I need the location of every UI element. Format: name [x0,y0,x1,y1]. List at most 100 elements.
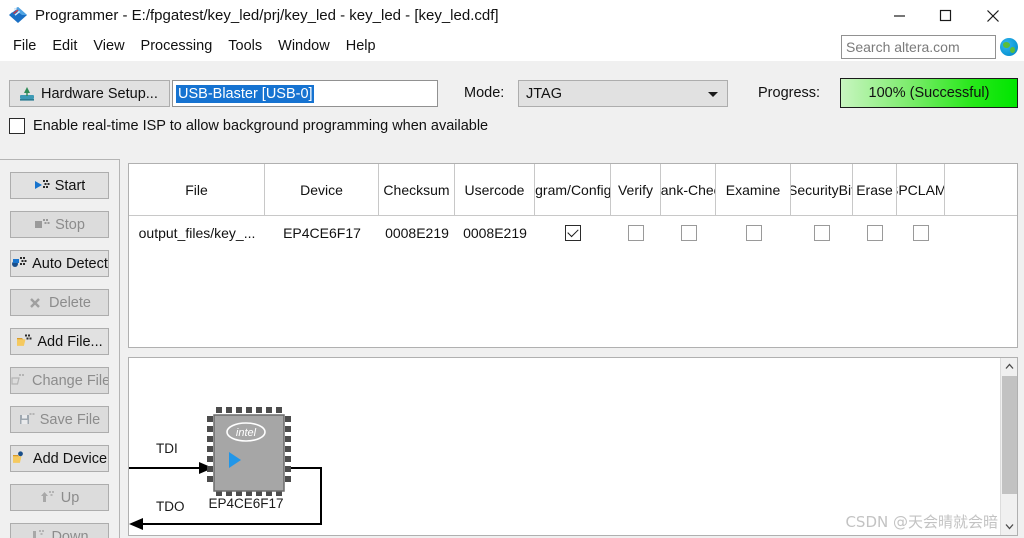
cell-usercode: 0008E219 [463,225,527,241]
blank-check-checkbox[interactable] [680,225,697,241]
quartus-diamond-icon [7,5,29,27]
menu-view[interactable]: View [85,36,132,56]
delete-x-icon [28,295,45,310]
mode-label: Mode: [464,85,505,101]
search-input[interactable] [841,35,996,59]
column-header-usercode[interactable]: Usercode [455,164,535,216]
menu-window[interactable]: Window [270,36,338,56]
auto-detect-icon [11,256,28,271]
delete-label: Delete [49,294,91,311]
column-header-filler [945,164,1017,216]
scrollbar-thumb[interactable] [1002,376,1017,494]
device-chain-table: File Device Checksum Usercode Program/Co… [128,163,1018,348]
add-file-button[interactable]: Add File... [10,328,109,355]
isp-clamp-checkbox[interactable] [913,225,929,241]
column-header-device[interactable]: Device [265,164,379,216]
add-file-label: Add File... [37,333,103,350]
cell-device: EP4CE6F17 [283,225,361,241]
progress-value: 100% (Successful) [868,85,990,101]
svg-text:intel: intel [236,427,257,439]
move-up-button[interactable]: Up [10,484,109,511]
arrow-up-icon [40,490,57,505]
menu-help[interactable]: Help [338,36,384,56]
setup-toolbar: Hardware Setup... USB-Blaster [USB-0] Mo… [0,61,1024,204]
stop-icon [34,217,51,232]
cell-filler [945,216,1017,250]
save-file-icon [19,412,36,427]
hardware-field[interactable]: USB-Blaster [USB-0] [172,80,438,107]
start-button[interactable]: Start [10,172,109,199]
realtime-isp-label: Enable real-time ISP to allow background… [33,118,489,134]
column-header-erase[interactable]: Erase [853,164,897,216]
auto-detect-button[interactable]: Auto Detect [10,250,109,277]
diagram-scrollbar[interactable] [1000,358,1017,535]
cell-examine[interactable] [716,216,791,250]
cell-program-configure[interactable] [535,216,611,250]
table-header-row: File Device Checksum Usercode Program/Co… [129,164,1017,216]
change-file-icon [11,373,28,388]
mode-select[interactable]: JTAG [518,80,728,107]
column-header-program-configure[interactable]: Program/Configure [535,164,611,216]
scroll-up-arrow-icon[interactable] [1001,358,1017,375]
progress-bar: 100% (Successful) [840,78,1018,108]
cell-erase[interactable] [853,216,897,250]
title-bar: Programmer - E:/fpgatest/key_led/prj/key… [0,0,1024,31]
column-header-isp-clamp[interactable]: ISPCLAMP [897,164,945,216]
add-device-button[interactable]: Add Device [10,445,109,472]
stop-button[interactable]: Stop [10,211,109,238]
add-device-label: Add Device [32,450,108,467]
hardware-field-value: USB-Blaster [USB-0] [176,84,314,103]
close-button[interactable] [970,0,1016,31]
column-header-file[interactable]: File [129,164,265,216]
menu-file[interactable]: File [5,36,44,56]
arrow-down-icon [30,529,47,538]
cell-security-bit[interactable] [791,216,853,250]
column-header-checksum[interactable]: Checksum [379,164,455,216]
save-file-button[interactable]: Save File [10,406,109,433]
add-device-icon [12,451,29,466]
search-area [841,35,1018,59]
move-down-label: Down [51,528,89,538]
svg-text:TDI: TDI [156,441,178,456]
svg-text:TDO: TDO [156,499,185,514]
move-up-label: Up [60,489,80,506]
move-down-button[interactable]: Down [10,523,109,538]
examine-checkbox[interactable] [745,225,762,241]
save-file-label: Save File [39,411,101,428]
play-icon [34,178,51,193]
start-label: Start [54,177,86,194]
hardware-icon [18,85,36,103]
table-row[interactable]: output_files/key_... EP4CE6F17 0008E219 … [129,216,1017,250]
progress-label: Progress: [758,85,821,101]
maximize-button[interactable] [922,0,968,31]
globe-icon[interactable] [1000,38,1018,56]
erase-checkbox[interactable] [867,225,883,241]
verify-checkbox[interactable] [628,225,644,241]
column-header-blank-check[interactable]: Blank-Check [661,164,716,216]
cell-file: output_files/key_... [138,225,256,241]
scroll-down-arrow-icon[interactable] [1001,518,1017,535]
menu-edit[interactable]: Edit [44,36,85,56]
cell-blank-check[interactable] [661,216,716,250]
menu-processing[interactable]: Processing [133,36,221,56]
column-header-security-bit[interactable]: SecurityBit [791,164,853,216]
jtag-chain-diagram: intel TDI TDO EP4CE6F17 [128,357,1018,536]
minimize-button[interactable] [876,0,922,31]
cell-isp-clamp[interactable] [897,216,945,250]
delete-button[interactable]: Delete [10,289,109,316]
hardware-setup-button[interactable]: Hardware Setup... [9,80,170,107]
realtime-isp-checkbox[interactable] [9,118,25,134]
add-file-icon [16,334,33,349]
chain-graphic: intel TDI TDO EP4CE6F17 [129,407,322,530]
svg-text:EP4CE6F17: EP4CE6F17 [208,496,283,511]
cell-verify[interactable] [611,216,661,250]
column-header-verify[interactable]: Verify [611,164,661,216]
menu-tools[interactable]: Tools [220,36,270,56]
program-configure-checkbox[interactable] [565,225,581,241]
security-bit-checkbox[interactable] [814,225,830,241]
column-header-examine[interactable]: Examine [716,164,791,216]
change-file-label: Change File [32,372,108,389]
realtime-isp-row[interactable]: Enable real-time ISP to allow background… [9,118,488,134]
change-file-button[interactable]: Change File [10,367,109,394]
menu-bar: File Edit View Processing Tools Window H… [0,31,1024,61]
